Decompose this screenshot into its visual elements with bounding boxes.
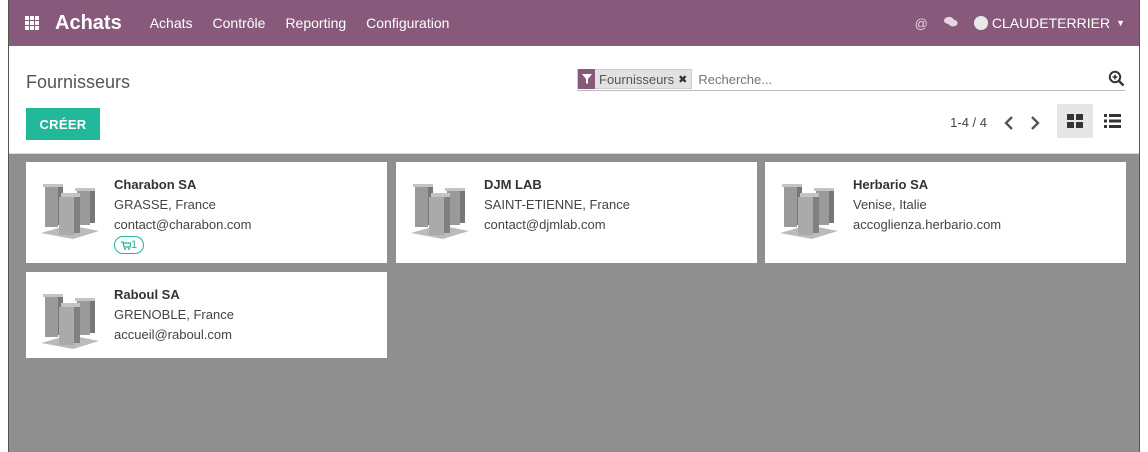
- search-input[interactable]: [696, 70, 1081, 88]
- search-facet[interactable]: Fournisseurs ✖: [577, 69, 693, 89]
- facet-label: Fournisseurs: [599, 71, 675, 87]
- purchase-count-badge[interactable]: 1: [114, 236, 145, 254]
- chat-icon[interactable]: [943, 16, 958, 31]
- cart-icon: [121, 240, 131, 250]
- company-icon: [780, 184, 838, 239]
- menu-achats[interactable]: Achats: [150, 15, 193, 31]
- filter-icon: [578, 69, 595, 89]
- card-name: Charabon SA: [114, 177, 197, 192]
- card-email: accoglienza.herbario.com: [853, 217, 1002, 232]
- menu-configuration[interactable]: Configuration: [366, 15, 449, 31]
- card-location: GRENOBLE, France: [114, 307, 234, 322]
- purchase-count: 1: [131, 239, 138, 251]
- top-navbar: Achats Achats Contrôle Reporting Configu…: [9, 0, 1139, 46]
- control-panel: Fournisseurs Fournisseurs ✖ CRÉER 1-4 / …: [9, 46, 1139, 154]
- company-icon: [411, 184, 469, 239]
- menu-controle[interactable]: Contrôle: [213, 15, 266, 31]
- card-body: DJM LAB SAINT-ETIENNE, France contact@dj…: [484, 175, 630, 235]
- app-title: Achats: [55, 11, 122, 34]
- kanban-card[interactable]: Raboul SA GRENOBLE, France accueil@rabou…: [26, 272, 387, 358]
- kanban-area: Charabon SA GRASSE, France contact@chara…: [9, 154, 1139, 452]
- card-body: Herbario SA Venise, Italie accoglienza.h…: [853, 175, 1001, 235]
- company-icon: [41, 294, 99, 349]
- pager-value[interactable]: 1-4 / 4: [950, 115, 987, 130]
- card-name: DJM LAB: [484, 177, 542, 192]
- apps-icon[interactable]: [25, 16, 39, 30]
- search-icon[interactable]: [1108, 70, 1125, 87]
- at-icon[interactable]: @: [915, 16, 928, 31]
- avatar[interactable]: [973, 16, 988, 30]
- search-box: Fournisseurs ✖: [577, 68, 1125, 91]
- card-name: Herbario SA: [853, 177, 929, 192]
- kanban-card[interactable]: Charabon SA GRASSE, France contact@chara…: [26, 162, 387, 263]
- page-title: Fournisseurs: [26, 72, 131, 92]
- card-email: accueil@raboul.com: [114, 327, 232, 342]
- pager-next-icon[interactable]: [1027, 114, 1043, 132]
- caret-down-icon[interactable]: ▼: [1116, 18, 1125, 28]
- list-view-icon[interactable]: [1095, 104, 1129, 138]
- facet-remove-icon[interactable]: ✖: [678, 73, 691, 86]
- card-body: Raboul SA GRENOBLE, France accueil@rabou…: [114, 285, 234, 345]
- company-icon: [41, 184, 99, 239]
- kanban-view-icon[interactable]: [1057, 104, 1093, 138]
- create-button[interactable]: CRÉER: [26, 108, 100, 140]
- card-location: Venise, Italie: [853, 197, 927, 212]
- card-location: GRASSE, France: [114, 197, 216, 212]
- kanban-card[interactable]: DJM LAB SAINT-ETIENNE, France contact@dj…: [396, 162, 757, 263]
- user-name[interactable]: CLAUDETERRIER: [992, 15, 1110, 31]
- card-email: contact@charabon.com: [114, 217, 252, 232]
- card-body: Charabon SA GRASSE, France contact@chara…: [114, 175, 252, 256]
- card-name: Raboul SA: [114, 287, 180, 302]
- app-frame: Achats Achats Contrôle Reporting Configu…: [8, 0, 1140, 452]
- card-email: contact@djmlab.com: [484, 217, 606, 232]
- card-location: SAINT-ETIENNE, France: [484, 197, 630, 212]
- pager-previous-icon[interactable]: [1001, 114, 1017, 132]
- menu-reporting[interactable]: Reporting: [285, 15, 346, 31]
- navbar-right: @ CLAUDETERRIER ▼: [915, 15, 1125, 31]
- kanban-card[interactable]: Herbario SA Venise, Italie accoglienza.h…: [765, 162, 1126, 263]
